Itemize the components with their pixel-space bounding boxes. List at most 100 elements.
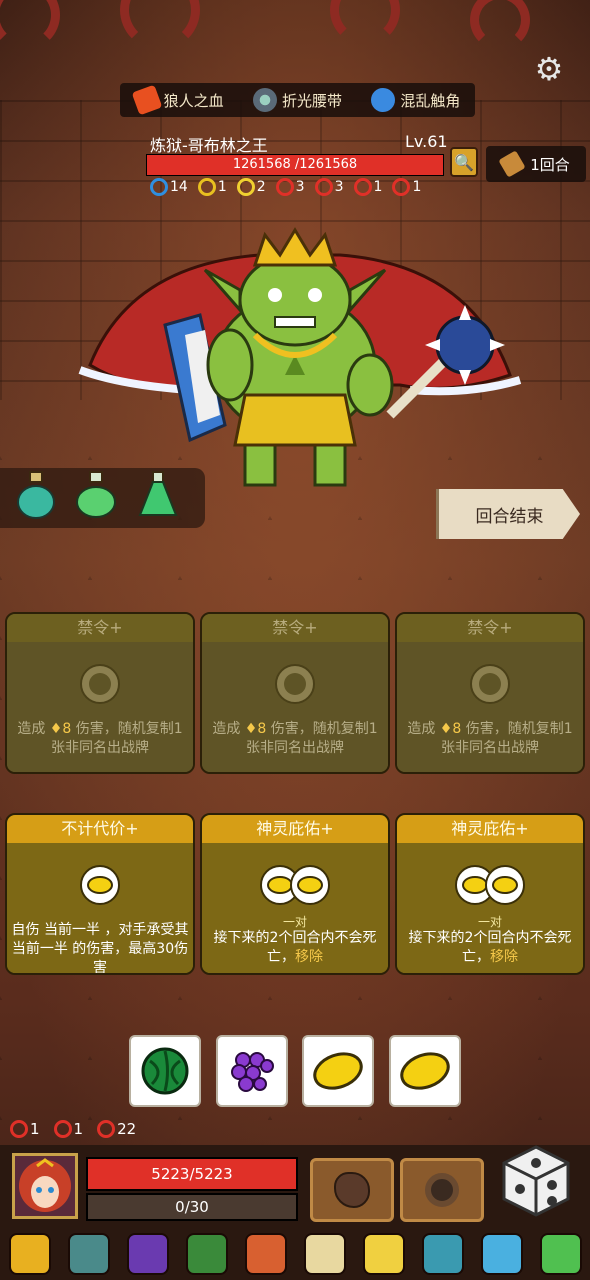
flame-gem-icon[interactable]	[539, 1233, 582, 1275]
card-title: 禁令+	[202, 614, 388, 642]
book-icon[interactable]	[185, 1233, 228, 1275]
die-grape[interactable]	[216, 1035, 288, 1107]
dice-slot	[470, 664, 510, 704]
rock-fist-icon	[334, 1172, 370, 1208]
card-body: 一对 接下来的2个回合内不会死亡，移除	[202, 843, 388, 973]
enemy-status[interactable]: 1	[392, 178, 421, 196]
end-turn-button[interactable]: 回合结束	[436, 489, 580, 539]
card-description: 造成 ♦8 伤害，随机复制1张非同名出战牌	[407, 721, 573, 756]
player-status[interactable]: 1	[10, 1120, 40, 1138]
grape-icon	[231, 1052, 274, 1092]
lemon-icon	[313, 1052, 363, 1090]
chaos-tentacle-icon	[371, 88, 396, 112]
teal-potion-icon[interactable]	[14, 470, 58, 520]
status-value: 1	[412, 179, 422, 195]
blue-ring-icon	[150, 178, 168, 196]
card-divine-blessing-2[interactable]: 神灵庇佑+ 一对 接下来的2个回合内不会死亡，移除	[395, 813, 585, 975]
round-text: 1回合	[530, 155, 570, 174]
card-ban-1[interactable]: 禁令+ 造成 ♦8 伤害，随机复制1张非同名出战牌	[5, 612, 195, 774]
relic-bar: 狼人之血 折光腰带 混乱触角	[120, 83, 475, 117]
status-value: 14	[170, 179, 188, 195]
equipment-slot-2[interactable]	[400, 1158, 484, 1222]
flask-potion-icon[interactable]	[136, 470, 180, 520]
tentacle-decoration	[0, 0, 60, 50]
enemy-name: 炼狱-哥布林之王	[150, 136, 268, 155]
player-armor-bar: 0/30	[86, 1193, 298, 1221]
shield-icon	[197, 178, 216, 196]
relic-disc-icon[interactable]	[67, 1233, 110, 1275]
card-title: 不计代价+	[7, 815, 193, 843]
red-gear-icon	[97, 1120, 116, 1138]
enemy-status-row: 14 1 2 3 3 1 1	[150, 178, 421, 196]
goblin-king-enemy[interactable]	[70, 225, 530, 495]
card-body: 一对 接下来的2个回合内不会死亡，移除	[397, 843, 583, 973]
status-value: 1	[373, 179, 383, 195]
relic-label: 混乱触角	[400, 91, 461, 110]
card-title: 神灵庇佑+	[202, 815, 388, 843]
red-bolt-icon	[314, 178, 333, 196]
tentacle-decoration	[120, 0, 200, 50]
sun-medal-icon[interactable]	[362, 1233, 405, 1275]
lemon-icon	[492, 876, 518, 894]
enemy-status[interactable]: 14	[150, 178, 188, 196]
card-body: 造成 ♦8 伤害，随机复制1张非同名出战牌	[397, 642, 583, 772]
lemon-icon	[400, 1052, 450, 1090]
inspect-enemy-button[interactable]: 🔍	[450, 147, 478, 177]
player-armor-text: 0/30	[175, 1198, 209, 1216]
player-status[interactable]: 1	[53, 1120, 83, 1138]
crest-icon[interactable]	[480, 1233, 523, 1275]
magnifier-icon: 🔍	[454, 152, 474, 172]
status-value: 1	[217, 179, 227, 195]
card-description: 造成 ♦8 伤害，随机复制1张非同名出战牌	[17, 721, 183, 756]
die-lemon-2[interactable]	[389, 1035, 461, 1107]
enemy-status[interactable]: 2	[236, 178, 266, 196]
ring-icon[interactable]	[8, 1233, 51, 1275]
enemy-hp-bar: 1261568 /1261568	[146, 154, 444, 176]
card-ban-3[interactable]: 禁令+ 造成 ♦8 伤害，随机复制1张非同名出战牌	[395, 612, 585, 774]
enemy-status[interactable]: 3	[314, 178, 344, 196]
card-description: 接下来的2个回合内不会死亡，移除	[213, 930, 377, 965]
meat-icon[interactable]	[244, 1233, 287, 1275]
relic-label: 折光腰带	[281, 91, 342, 110]
red-rune-icon	[275, 178, 294, 196]
enemy-status[interactable]: 1	[197, 178, 227, 196]
red-spiral-icon	[10, 1120, 28, 1138]
player-hp-bar: 5223/5223	[86, 1157, 298, 1191]
relic-chaos-tentacle[interactable]: 混乱触角	[371, 88, 460, 112]
enemy-status[interactable]: 3	[275, 178, 305, 196]
empty-slot-icon	[284, 673, 306, 695]
pair-label: 一对	[282, 915, 307, 929]
card-body: 自伤 当前一半 ，对手承受其当前一半 的伤害，最高30伤害	[7, 843, 193, 975]
reroll-dice-button[interactable]	[500, 1143, 572, 1219]
die-watermelon[interactable]	[129, 1035, 201, 1107]
dice-slot	[80, 664, 120, 704]
card-at-any-cost[interactable]: 不计代价+ 自伤 当前一半 ，对手承受其当前一半 的伤害，最高30伤害	[5, 813, 195, 975]
lemon-icon	[297, 876, 323, 894]
card-title: 禁令+	[397, 614, 583, 642]
horn-icon[interactable]	[303, 1233, 346, 1275]
relic-werewolf-blood[interactable]: 狼人之血	[131, 84, 224, 116]
red-slash-icon	[392, 178, 411, 196]
card-body: 造成 ♦8 伤害，随机复制1张非同名出战牌	[202, 642, 388, 772]
empty-slot-icon	[89, 673, 111, 695]
round-counter: 1回合	[486, 146, 586, 182]
green-potion-icon[interactable]	[74, 470, 118, 520]
dice-slot	[485, 865, 525, 905]
player-hp-text: 5223/5223	[151, 1165, 233, 1183]
relic-refraction-belt[interactable]: 折光腰带	[252, 88, 342, 112]
die-lemon-1[interactable]	[302, 1035, 374, 1107]
player-avatar[interactable]	[12, 1153, 78, 1219]
lemon-icon	[87, 876, 113, 894]
player-status[interactable]: 22	[97, 1120, 136, 1138]
scroll-icon	[498, 150, 526, 178]
armor-icon[interactable]	[421, 1233, 464, 1275]
card-description: 接下来的2个回合内不会死亡，移除	[408, 930, 572, 965]
equipment-slot-1[interactable]	[310, 1158, 394, 1222]
enemy-status[interactable]: 1	[353, 178, 383, 196]
card-description: 自伤 当前一半 ，对手承受其当前一半 的伤害，最高30伤害	[11, 922, 189, 975]
card-ban-2[interactable]: 禁令+ 造成 ♦8 伤害，随机复制1张非同名出战牌	[200, 612, 390, 774]
hat-icon[interactable]	[126, 1233, 169, 1275]
settings-gear-icon[interactable]: ⚙	[530, 50, 568, 88]
card-divine-blessing-1[interactable]: 神灵庇佑+ 一对 接下来的2个回合内不会死亡，移除	[200, 813, 390, 975]
red-slash-icon	[53, 1120, 72, 1138]
